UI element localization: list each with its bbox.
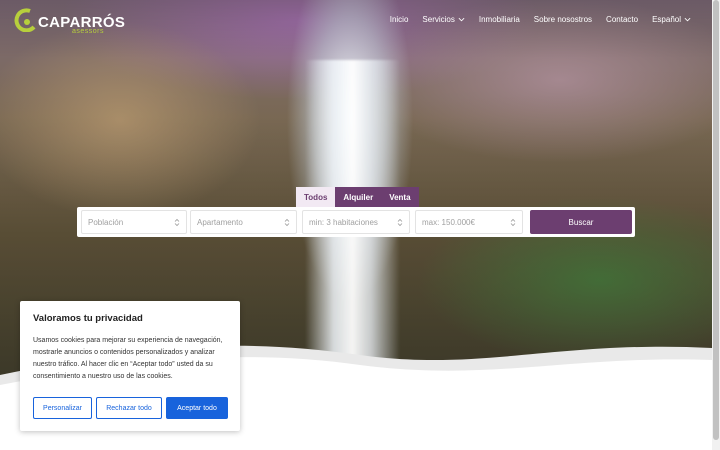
nav-item-inicio[interactable]: Inicio — [383, 15, 416, 24]
brand-logo[interactable]: CAPARRÓS asessors — [14, 8, 125, 38]
select-arrows-icon — [284, 218, 290, 227]
nav-item-label: Inmobiliaria — [478, 15, 520, 24]
property-type-placeholder: Apartamento — [197, 217, 243, 227]
nav-item-label: Inicio — [389, 15, 409, 24]
location-placeholder: Población — [88, 217, 124, 227]
select-arrows-icon — [174, 218, 180, 227]
chevron-down-icon — [684, 17, 691, 22]
nav-item-label: Contacto — [606, 15, 639, 24]
main-nav: Inicio Servicios Inmobiliaria Sobre noso… — [383, 15, 698, 24]
nav-item-sobre-nosotros[interactable]: Sobre nosostros — [527, 15, 599, 24]
nav-item-label: Servicios — [422, 15, 455, 24]
select-arrows-icon — [397, 218, 403, 227]
property-search-bar: Población Apartamento min: 3 habitacione… — [77, 207, 635, 237]
brand-tagline: asessors — [72, 28, 105, 35]
cookie-text: Usamos cookies para mejorar su experienc… — [33, 337, 223, 380]
scrollbar-thumb[interactable] — [713, 0, 719, 440]
cookie-title: Valoramos tu privacidad — [33, 313, 143, 324]
search-tabs: Todos Alquiler Venta — [296, 187, 419, 207]
rooms-placeholder: min: 3 habitaciones — [309, 217, 378, 227]
property-type-field[interactable]: Apartamento — [190, 210, 297, 234]
tab-venta[interactable]: Venta — [381, 187, 419, 207]
logo-mark-icon — [14, 8, 36, 32]
accept-all-button[interactable]: Aceptar todo — [166, 397, 228, 419]
cookie-consent-banner: Valoramos tu privacidad Usamos cookies p… — [20, 301, 240, 431]
customize-button[interactable]: Personalizar — [33, 397, 92, 419]
tab-alquiler[interactable]: Alquiler — [335, 187, 382, 207]
search-button[interactable]: Buscar — [530, 210, 632, 234]
cookie-buttons: Personalizar Rechazar todo Aceptar todo — [33, 397, 228, 419]
price-placeholder: max: 150.000€ — [422, 217, 475, 227]
nav-item-label: Sobre nosostros — [533, 15, 593, 24]
price-field[interactable]: max: 150.000€ — [415, 210, 523, 234]
nav-item-label: Español — [652, 15, 681, 24]
nav-item-contacto[interactable]: Contacto — [599, 15, 645, 24]
nav-item-inmobiliaria[interactable]: Inmobiliaria — [472, 15, 527, 24]
chevron-down-icon — [458, 17, 465, 22]
location-field[interactable]: Población — [81, 210, 187, 234]
nav-item-servicios[interactable]: Servicios — [415, 15, 471, 24]
reject-all-button[interactable]: Rechazar todo — [96, 397, 162, 419]
page-scrollbar[interactable] — [712, 0, 720, 450]
tab-todos[interactable]: Todos — [296, 187, 336, 207]
site-header: CAPARRÓS asessors Inicio Servicios Inmob… — [0, 0, 712, 45]
rooms-field[interactable]: min: 3 habitaciones — [302, 210, 410, 234]
select-arrows-icon — [510, 218, 516, 227]
nav-item-language[interactable]: Español — [645, 15, 698, 24]
